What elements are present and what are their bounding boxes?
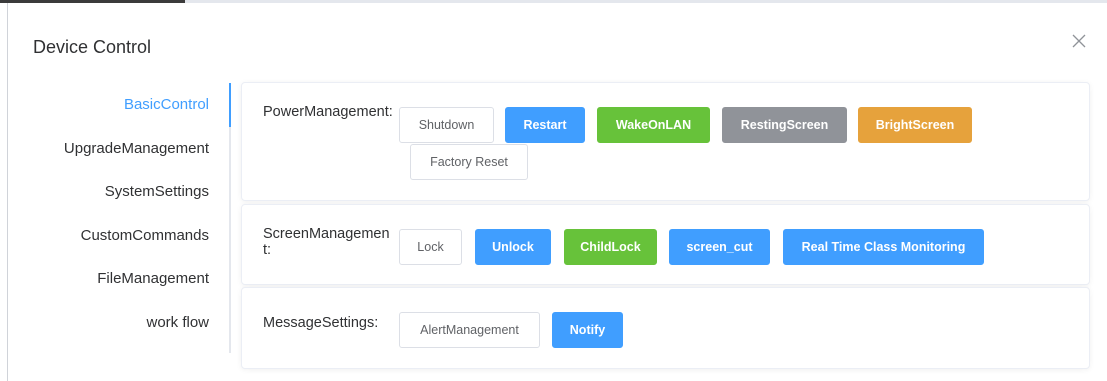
child-lock-button[interactable]: ChildLock	[564, 229, 657, 265]
resting-screen-button[interactable]: RestingScreen	[722, 107, 847, 143]
restart-button[interactable]: Restart	[505, 107, 585, 143]
sidebar-item-system-settings[interactable]: SystemSettings	[9, 170, 231, 214]
real-time-class-monitoring-button[interactable]: Real Time Class Monitoring	[783, 229, 984, 265]
sidebar-active-indicator	[229, 83, 231, 127]
shutdown-button[interactable]: Shutdown	[399, 107, 494, 143]
sidebar-item-upgrade-management[interactable]: UpgradeManagement	[9, 127, 231, 171]
unlock-button[interactable]: Unlock	[475, 229, 551, 265]
close-icon[interactable]	[1071, 33, 1087, 49]
power-management-label: PowerManagement:	[263, 104, 393, 120]
sidebar-item-basic-control[interactable]: BasicControl	[9, 83, 231, 127]
sidebar: BasicControl UpgradeManagement SystemSet…	[9, 83, 231, 355]
sidebar-item-file-management[interactable]: FileManagement	[9, 257, 231, 301]
bright-screen-button[interactable]: BrightScreen	[858, 107, 972, 143]
screen-management-label: ScreenManagement:	[263, 226, 390, 258]
sidebar-item-work-flow[interactable]: work flow	[9, 301, 231, 345]
wake-on-lan-button[interactable]: WakeOnLAN	[597, 107, 710, 143]
lock-button[interactable]: Lock	[399, 229, 462, 265]
sidebar-item-custom-commands[interactable]: CustomCommands	[9, 214, 231, 258]
screen-management-section: ScreenManagement: Lock Unlock ChildLock …	[241, 204, 1090, 285]
dialog-header: Device Control	[9, 3, 1107, 83]
screen-cut-button[interactable]: screen_cut	[669, 229, 770, 265]
dialog-title: Device Control	[33, 37, 152, 57]
factory-reset-button[interactable]: Factory Reset	[410, 144, 528, 180]
backdrop-edge	[0, 3, 8, 381]
power-management-section: PowerManagement: Shutdown Restart WakeOn…	[241, 82, 1090, 201]
device-control-dialog: Device Control BasicControl UpgradeManag…	[9, 3, 1107, 381]
message-settings-label: MessageSettings:	[263, 315, 379, 331]
notify-button[interactable]: Notify	[552, 312, 623, 348]
message-settings-section: MessageSettings: AlertManagement Notify	[241, 287, 1090, 369]
alert-management-button[interactable]: AlertManagement	[399, 312, 540, 348]
